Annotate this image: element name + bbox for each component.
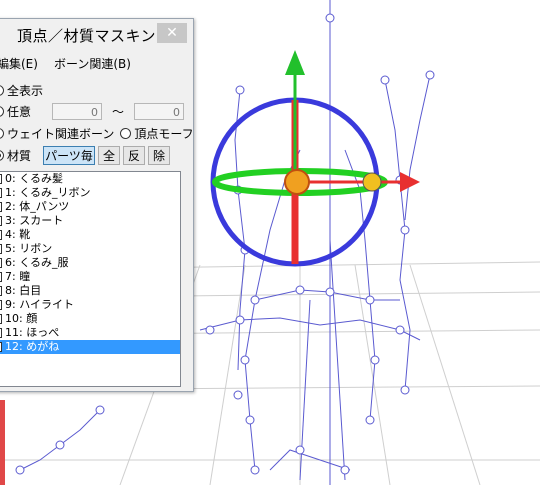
vertex-material-masking-dialog: 頂点／材質マスキング ✕ 編集(E) ボーン関連(B) 全表示 任意 0 ～ 0…	[0, 18, 194, 392]
item-checkbox-checked[interactable]: ✓	[0, 272, 2, 282]
menu-bone[interactable]: ボーン関連(B)	[54, 55, 131, 72]
item-label: 9: ハイライト	[5, 298, 74, 311]
item-label: 7: 瞳	[5, 270, 31, 283]
item-label: 5: リボン	[5, 242, 53, 255]
list-item[interactable]: 1: くるみ_リボン	[0, 186, 180, 200]
option-show-all[interactable]: 全表示	[0, 82, 43, 99]
menu-bar: 編集(E) ボーン関連(B)	[0, 52, 193, 74]
item-label: 4: 靴	[5, 228, 31, 241]
remove-button[interactable]: 除	[148, 146, 170, 165]
option-weight-bone[interactable]: ウェイト関連ボーン 頂点モーフ	[0, 125, 194, 142]
list-item[interactable]: 5: リボン	[0, 242, 180, 256]
range-to-input[interactable]: 0	[134, 103, 185, 120]
item-checkbox[interactable]	[0, 230, 2, 240]
invert-button[interactable]: 反	[123, 146, 145, 165]
item-checkbox[interactable]	[0, 286, 2, 296]
weight-bone-label: ウェイト関連ボーン	[7, 127, 115, 141]
list-item[interactable]: 8: 白目	[0, 284, 180, 298]
list-item[interactable]: 3: スカート	[0, 214, 180, 228]
item-label: 8: 白目	[5, 284, 42, 297]
list-item-selected[interactable]: 12: めがね	[0, 340, 180, 354]
list-item[interactable]: 0: くるみ髪	[0, 172, 180, 186]
viewport-edge-marker	[0, 400, 5, 485]
list-item[interactable]: 10: 顔	[0, 312, 180, 326]
item-checkbox[interactable]	[0, 314, 2, 324]
material-label: 材質	[7, 149, 32, 163]
material-list[interactable]: 0: くるみ髪 1: くるみ_リボン 2: 体_パンツ 3: スカート 4: 靴…	[0, 171, 181, 387]
item-checkbox[interactable]	[0, 216, 2, 226]
show-all-radio[interactable]	[0, 85, 4, 96]
item-label: 11: ほっぺ	[5, 326, 60, 339]
vertex-morph-radio[interactable]	[120, 128, 132, 139]
item-checkbox[interactable]	[0, 244, 2, 254]
weight-bone-radio[interactable]	[0, 128, 4, 139]
item-checkbox[interactable]	[0, 258, 2, 268]
item-checkbox[interactable]	[0, 174, 2, 184]
menu-edit[interactable]: 編集(E)	[0, 55, 38, 72]
dialog-title: 頂点／材質マスキング	[17, 26, 172, 45]
list-item[interactable]: 2: 体_パンツ	[0, 200, 180, 214]
item-checkbox[interactable]	[0, 202, 2, 212]
vertex-morph-label: 頂点モーフ	[134, 127, 194, 141]
show-all-label: 全表示	[7, 84, 44, 98]
arbitrary-radio[interactable]	[0, 106, 4, 117]
item-label: 1: くるみ_リボン	[5, 186, 91, 199]
item-label: 6: くるみ_服	[5, 256, 69, 269]
all-button[interactable]: 全	[98, 146, 120, 165]
option-arbitrary[interactable]: 任意 0 ～ 0	[0, 103, 185, 120]
item-label: 2: 体_パンツ	[5, 200, 70, 213]
material-radio[interactable]	[0, 150, 4, 161]
item-checkbox[interactable]	[0, 300, 2, 310]
list-item[interactable]: 9: ハイライト	[0, 298, 180, 312]
item-checkbox[interactable]	[0, 328, 2, 338]
list-item[interactable]: ✓7: 瞳	[0, 270, 180, 284]
range-from-input[interactable]: 0	[52, 103, 102, 120]
list-item[interactable]: 11: ほっぺ	[0, 326, 180, 340]
item-label: 12: めがね	[5, 340, 60, 353]
range-separator: ～	[112, 105, 125, 119]
item-label: 3: スカート	[5, 214, 64, 227]
list-item[interactable]: 4: 靴	[0, 228, 180, 242]
close-button[interactable]: ✕	[157, 23, 187, 43]
item-label: 10: 顔	[5, 312, 38, 325]
title-bar[interactable]: 頂点／材質マスキング ✕	[0, 19, 193, 51]
per-part-button[interactable]: パーツ毎	[43, 146, 95, 165]
arbitrary-label: 任意	[7, 105, 32, 119]
item-checkbox[interactable]	[0, 188, 2, 198]
option-material[interactable]: 材質 パーツ毎 全 反 除	[0, 146, 170, 165]
list-item[interactable]: 6: くるみ_服	[0, 256, 180, 270]
item-checkbox[interactable]	[0, 342, 2, 352]
item-label: 0: くるみ髪	[5, 172, 63, 185]
